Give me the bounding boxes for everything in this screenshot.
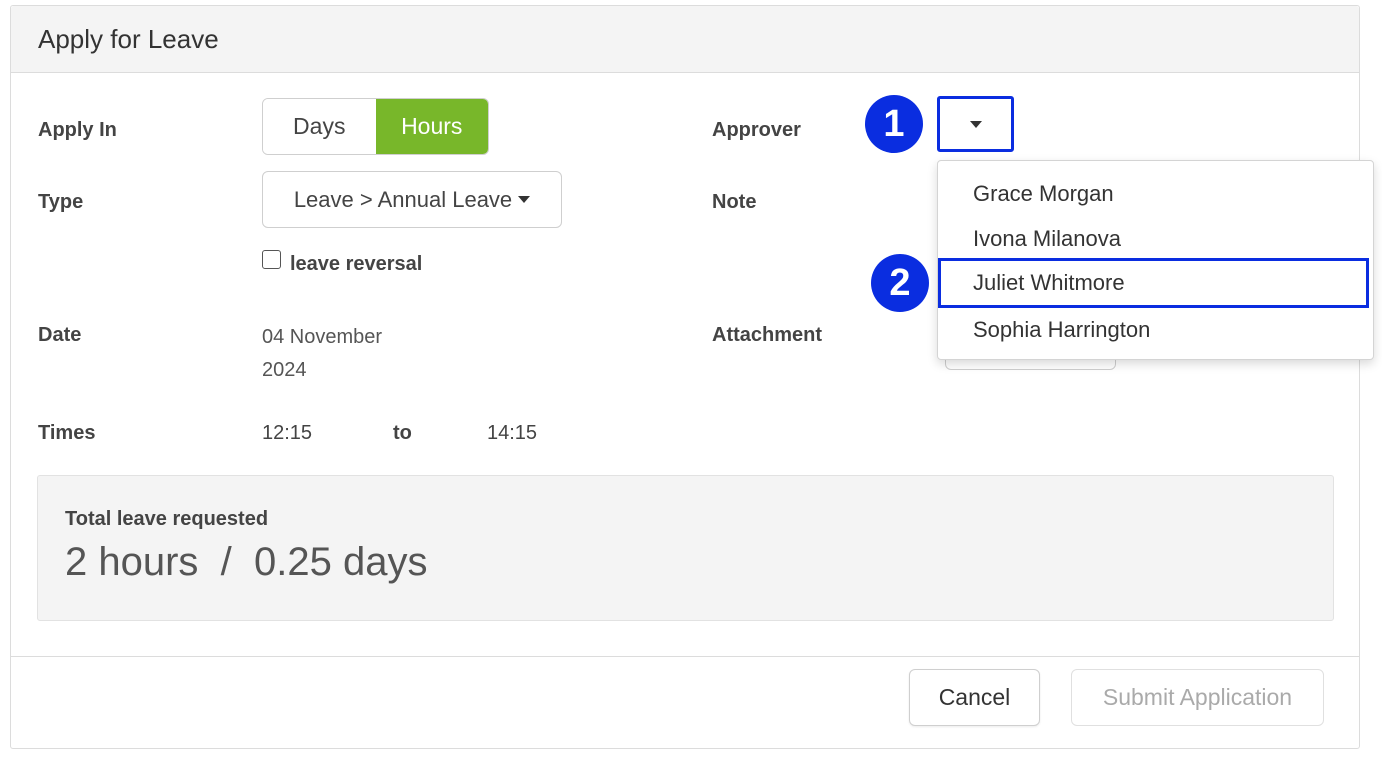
approver-option-juliet-whitmore[interactable]: Juliet Whitmore xyxy=(938,258,1369,308)
dialog-header: Apply for Leave xyxy=(11,6,1359,73)
date-label: Date xyxy=(38,324,82,346)
approver-dropdown-menu: Grace Morgan Ivona Milanova Juliet Whitm… xyxy=(937,160,1374,360)
summary-value: 2 hours / 0.25 days xyxy=(65,540,428,584)
type-label: Type xyxy=(38,191,84,213)
step-marker-1: 1 xyxy=(865,95,923,153)
time-to-label: to xyxy=(393,422,412,444)
step-marker-2: 2 xyxy=(871,254,929,312)
apply-in-hours-button[interactable]: Hours xyxy=(375,99,488,154)
date-value[interactable]: 04 November 2024 xyxy=(262,321,422,387)
time-to[interactable]: 14:15 xyxy=(487,422,537,445)
apply-in-days-button[interactable]: Days xyxy=(263,99,376,154)
leave-reversal-label: leave reversal xyxy=(290,253,423,275)
leave-type-select[interactable]: Leave > Annual Leave xyxy=(262,171,562,228)
leave-type-value: Leave > Annual Leave xyxy=(293,186,513,212)
approver-label: Approver xyxy=(712,119,801,141)
cancel-button[interactable]: Cancel xyxy=(909,669,1040,726)
leave-summary-panel: Total leave requested 2 hours / 0.25 day… xyxy=(37,475,1334,621)
note-label: Note xyxy=(712,191,757,213)
apply-in-toggle: Days Hours xyxy=(262,98,489,155)
approver-option-sophia-harrington[interactable]: Sophia Harrington xyxy=(938,307,1373,352)
submit-application-button[interactable]: Submit Application xyxy=(1071,669,1324,726)
attachment-label: Attachment xyxy=(712,324,823,346)
approver-dropdown-toggle[interactable] xyxy=(937,96,1014,152)
apply-in-label: Apply In xyxy=(38,119,117,141)
time-from[interactable]: 12:15 xyxy=(262,422,312,445)
approver-option-grace-morgan[interactable]: Grace Morgan xyxy=(938,171,1373,216)
dialog-title: Apply for Leave xyxy=(38,24,219,54)
caret-down-icon xyxy=(969,120,982,128)
footer-divider xyxy=(11,656,1359,657)
summary-label: Total leave requested xyxy=(65,508,269,530)
caret-down-icon xyxy=(518,196,531,203)
apply-leave-dialog: Apply for Leave Apply In Days Hours Type… xyxy=(10,5,1360,749)
times-label: Times xyxy=(38,422,96,444)
approver-option-ivona-milanova[interactable]: Ivona Milanova xyxy=(938,216,1373,261)
leave-reversal-checkbox[interactable] xyxy=(262,250,281,269)
